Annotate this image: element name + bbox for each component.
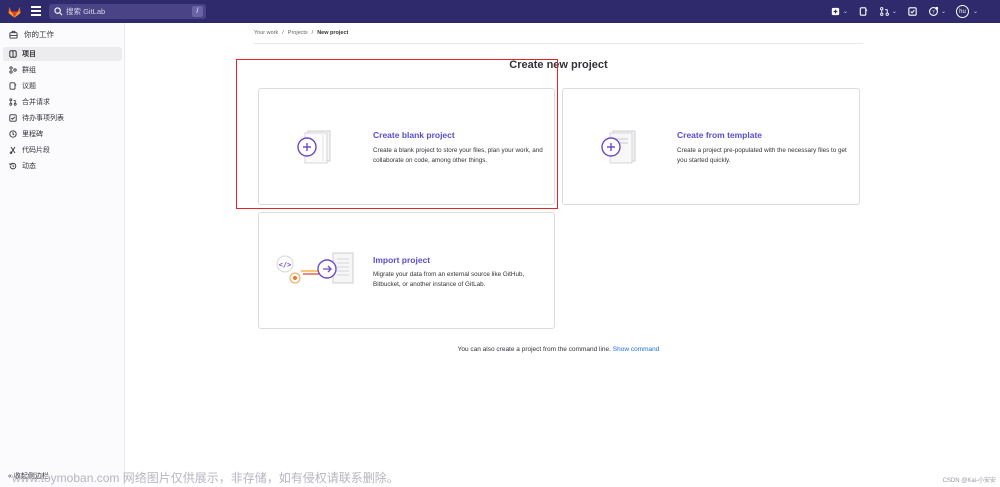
sidebar-item-label: 议题 — [22, 83, 36, 90]
create-from-template-title[interactable]: Create from template — [677, 130, 762, 140]
todos-button[interactable] — [907, 6, 918, 17]
sidebar-item-label: 里程碑 — [22, 131, 43, 138]
breadcrumb: Your work / Projects / New project — [254, 30, 348, 36]
chevron-down-icon: ⌄ — [891, 9, 897, 15]
merge-requests-button[interactable]: ⌄ — [879, 6, 897, 17]
chevron-down-icon: ⌄ — [972, 9, 978, 15]
create-new-button[interactable]: ⌄ — [830, 6, 848, 17]
issues-button[interactable] — [858, 6, 869, 17]
create-from-template-description: Create a project pre-populated with the … — [677, 147, 847, 164]
import-project-card[interactable]: </> Import project Migrate your data fro… — [258, 212, 555, 329]
issues-icon — [9, 82, 17, 90]
search-placeholder: 搜索 GitLab — [66, 7, 106, 16]
hamburger-menu-icon[interactable] — [31, 6, 41, 16]
snippet-icon — [9, 146, 16, 154]
sidebar-item-label: 项目 — [22, 51, 36, 58]
sidebar: 你的工作 项目 群组 议题 合并请求 待办事项列表 里程碑 代码片段 动态 — [0, 23, 125, 487]
sidebar-header: 你的工作 — [9, 29, 54, 40]
chevron-down-icon: ⌄ — [940, 9, 946, 15]
search-shortcut-badge: / — [192, 6, 203, 17]
sidebar-item-snippets[interactable]: 代码片段 — [3, 143, 122, 157]
sidebar-header-label: 你的工作 — [24, 30, 54, 39]
activity-icon — [9, 162, 17, 170]
sidebar-item-merge-requests[interactable]: 合并请求 — [3, 95, 122, 109]
help-icon: ? — [928, 6, 939, 16]
merge-request-icon — [9, 98, 17, 106]
milestone-icon — [9, 130, 17, 138]
your-work-icon — [9, 30, 18, 39]
sidebar-item-issues[interactable]: 议题 — [3, 79, 122, 93]
import-project-description: Migrate your data from an external sourc… — [373, 271, 525, 288]
chevron-down-icon: ⌄ — [842, 9, 848, 15]
import-project-illustration-icon: </> — [276, 252, 354, 284]
sidebar-item-label: 待办事项列表 — [22, 115, 64, 122]
search-icon — [54, 7, 63, 16]
highlight-annotation — [236, 59, 558, 209]
issues-icon — [859, 7, 868, 16]
topbar-actions: ⌄ ⌄ ? ⌄ hu ⌄ — [830, 4, 978, 19]
command-line-text: You can also create a project from the c… — [457, 346, 611, 353]
svg-text:?: ? — [932, 9, 935, 15]
sidebar-item-todos[interactable]: 待办事项列表 — [3, 111, 122, 125]
create-from-template-card[interactable]: Create from template Create a project pr… — [562, 88, 860, 205]
svg-text:</>: </> — [279, 261, 292, 269]
merge-request-icon — [880, 7, 889, 16]
search-input[interactable]: 搜索 GitLab / — [49, 4, 206, 19]
credit-text: CSDN @Kai-小安安 — [942, 478, 996, 484]
gitlab-logo-icon[interactable] — [7, 4, 22, 19]
breadcrumb-separator: / — [282, 30, 284, 36]
sidebar-item-milestones[interactable]: 里程碑 — [3, 127, 122, 141]
breadcrumb-your-work[interactable]: Your work — [254, 30, 278, 36]
todo-icon — [908, 7, 917, 16]
todo-icon — [9, 114, 17, 122]
project-icon — [9, 50, 17, 58]
sidebar-item-activity[interactable]: 动态 — [3, 159, 122, 173]
sidebar-item-label: 动态 — [22, 163, 36, 170]
show-command-link[interactable]: Show command — [613, 346, 660, 353]
user-menu-button[interactable]: hu ⌄ — [955, 5, 978, 18]
command-line-note: You can also create a project from the c… — [0, 346, 1000, 353]
sidebar-item-label: 代码片段 — [22, 147, 50, 154]
breadcrumb-projects[interactable]: Projects — [288, 30, 308, 36]
watermark: www.toymoban.com 网络图片仅供展示，非存储，如有侵权请联系删除。 — [12, 471, 399, 485]
breadcrumb-separator: / — [311, 30, 314, 36]
import-project-title[interactable]: Import project — [373, 255, 430, 265]
breadcrumb-new-project[interactable]: New project — [317, 30, 348, 36]
avatar: hu — [955, 5, 969, 18]
top-bar: 搜索 GitLab / ⌄ ⌄ ? ⌄ hu ⌄ — [0, 0, 1000, 23]
help-button[interactable]: ? ⌄ — [928, 6, 946, 17]
template-project-illustration-icon — [601, 130, 636, 164]
breadcrumb-divider — [254, 43, 863, 44]
plus-square-icon — [831, 7, 840, 16]
sidebar-item-label: 合并请求 — [22, 99, 50, 106]
